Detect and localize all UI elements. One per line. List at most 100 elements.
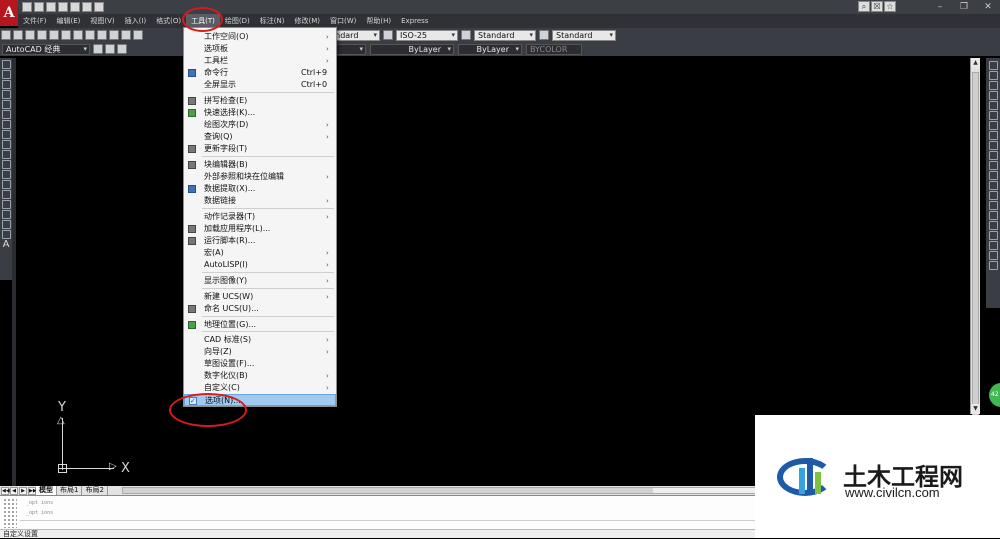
hatch-icon[interactable] [1,200,11,209]
new-file-icon[interactable] [22,2,32,12]
polyline-icon[interactable] [1,80,11,89]
tools-menu-item[interactable]: 数字化仪(B) › [184,370,336,382]
favorites-icon[interactable]: ☆ [884,1,896,12]
spline-icon[interactable] [1,140,11,149]
layer-state-icon[interactable] [117,44,127,54]
publish-icon[interactable] [61,30,71,40]
command-line-grip-icon[interactable] [3,498,17,528]
menu-edit[interactable]: 编辑(E) [52,14,86,28]
scale-icon[interactable] [988,131,998,140]
region-icon[interactable] [1,220,11,229]
tools-menu-item[interactable]: 工具栏 › [184,55,336,67]
tools-menu-item[interactable]: CAD 标准(S) › [184,334,336,346]
tab-layout1[interactable]: 布局1 [57,486,83,495]
lineweight-dropdown[interactable]: ByLayer [458,43,522,55]
new-icon[interactable] [1,30,11,40]
vertical-scrollbar[interactable]: ▲ ▼ [970,58,980,420]
array-icon[interactable] [988,101,998,110]
ellipse-icon[interactable] [1,150,11,159]
dim-style-dropdown[interactable]: ISO-25 [396,29,458,41]
tools-menu-item[interactable]: 工作空间(O) › [184,31,336,43]
circle-icon[interactable] [1,120,11,129]
save-icon[interactable] [46,2,56,12]
tools-menu-item[interactable]: 动作记录器(T) › [184,211,336,223]
search-icon[interactable]: ⌕ [858,1,870,12]
tools-menu-item[interactable]: 命名 UCS(U)... [184,303,336,315]
tools-menu-item[interactable]: 查询(Q) › [184,131,336,143]
redo-icon[interactable] [133,30,143,40]
rectangle-icon[interactable] [1,100,11,109]
print-icon[interactable] [70,2,80,12]
minimize-button[interactable]: – [928,0,952,14]
open-file-icon[interactable] [34,2,44,12]
tools-menu-item[interactable]: 绘图次序(D) › [184,119,336,131]
menu-express[interactable]: Express [396,14,433,28]
scroll-up-icon[interactable]: ▲ [971,58,980,68]
menu-view[interactable]: 视图(V) [85,14,119,28]
stretch-icon[interactable] [988,141,998,150]
copy-icon[interactable] [85,30,95,40]
properties-icon[interactable] [988,261,998,270]
table-icon[interactable] [1,230,11,239]
line-icon[interactable] [1,60,11,69]
menu-draw[interactable]: 绘图(D) [220,14,255,28]
scroll-down-icon[interactable]: ▼ [971,404,980,414]
insert-block-icon[interactable] [1,170,11,179]
prev-tab-icon[interactable]: ◀ [10,486,18,495]
menu-format[interactable]: 格式(O) [151,14,186,28]
tools-menu-item[interactable]: 地理位置(G)... [184,319,336,331]
extend-icon[interactable] [988,161,998,170]
menu-modify[interactable]: 修改(M) [289,14,325,28]
tools-menu-item[interactable]: 命令行 Ctrl+9 [184,67,336,79]
dim-style-icon[interactable] [383,30,393,40]
tools-menu-item[interactable]: 宏(A) › [184,247,336,259]
tools-menu-item[interactable]: 草图设置(F)... [184,358,336,370]
tools-menu-item[interactable]: 更新字段(T) [184,143,336,155]
communication-center-icon[interactable]: ☒ [871,1,883,12]
trim-icon[interactable] [988,151,998,160]
tools-menu-item[interactable]: 向导(Z) › [184,346,336,358]
undo-icon[interactable] [82,2,92,12]
break-at-point-icon[interactable] [988,171,998,180]
fillet-icon[interactable] [988,211,998,220]
tools-menu-item[interactable]: 显示图像(Y) › [184,275,336,287]
construction-line-icon[interactable] [1,70,11,79]
tools-menu-item[interactable]: 新建 UCS(W) › [184,291,336,303]
explode-icon[interactable] [988,231,998,240]
offset-icon[interactable] [988,91,998,100]
preview-icon[interactable] [49,30,59,40]
copy-object-icon[interactable] [988,71,998,80]
tools-menu-item[interactable]: 全屏显示 Ctrl+0 [184,79,336,91]
tools-menu-item[interactable]: 运行脚本(R)... [184,235,336,247]
chamfer-icon[interactable] [988,201,998,210]
open-icon[interactable] [13,30,23,40]
table-style-icon[interactable] [461,30,471,40]
rotate-icon[interactable] [988,121,998,130]
multileader-style-dropdown[interactable]: Standard [552,29,616,41]
tab-layout2[interactable]: 布局2 [82,486,108,495]
side-badge-button[interactable]: 42 [989,383,1000,407]
menu-insert[interactable]: 插入(I) [120,14,152,28]
undo-icon[interactable] [121,30,131,40]
tools-menu-item[interactable]: 数据提取(X)... [184,183,336,195]
tools-menu-item[interactable]: 外部参照和块在位编辑 › [184,171,336,183]
save-as-icon[interactable] [58,2,68,12]
tools-menu-item[interactable]: 快速选择(K)... [184,107,336,119]
workspace-settings-icon[interactable] [93,44,103,54]
next-tab-icon[interactable]: ▶ [19,486,27,495]
layer-properties-icon[interactable] [105,44,115,54]
restore-button[interactable]: ❐ [952,0,976,14]
point-icon[interactable] [1,190,11,199]
tab-model[interactable]: 模型 [36,486,57,495]
paste-icon[interactable] [97,30,107,40]
blend-curves-icon[interactable] [988,221,998,230]
menu-window[interactable]: 窗口(W) [325,14,361,28]
tools-menu-item[interactable]: 数据链接 › [184,195,336,207]
save-icon[interactable] [25,30,35,40]
linetype-dropdown[interactable]: ByLayer [370,43,454,55]
move-icon[interactable] [988,111,998,120]
layer-icon[interactable] [988,241,998,250]
revision-cloud-icon[interactable] [1,130,11,139]
workspace-dropdown[interactable]: AutoCAD 经典 [2,43,90,55]
close-button[interactable]: ✕ [976,0,1000,14]
